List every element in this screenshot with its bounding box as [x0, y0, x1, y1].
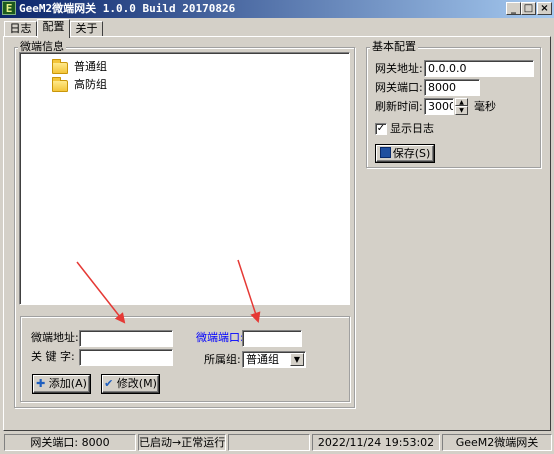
- keyword-input[interactable]: [79, 349, 173, 366]
- group-select-label: 所属组:: [204, 353, 241, 366]
- status-extra: [228, 434, 310, 451]
- status-running: 已启动→正常运行: [138, 434, 226, 451]
- modify-button-label: 修改(M): [116, 377, 157, 390]
- maximize-button[interactable]: □: [521, 2, 536, 15]
- status-gateway-port: 网关端口: 8000: [4, 434, 136, 451]
- status-app-name: GeeM2微端网关: [442, 434, 552, 451]
- folder-icon: [52, 77, 68, 92]
- address-label: 微端地址:: [31, 331, 79, 344]
- tree-item-normal-group[interactable]: 普通组: [52, 59, 132, 75]
- port-input[interactable]: [242, 330, 302, 347]
- add-button-label: 添加(A): [48, 377, 87, 390]
- modify-button[interactable]: ✔ 修改(M): [102, 375, 159, 393]
- plus-icon: ✚: [36, 377, 46, 390]
- microclient-tree[interactable]: 普通组 高防组: [19, 52, 350, 305]
- gateway-address-label: 网关地址:: [375, 62, 423, 75]
- save-button[interactable]: 保存(S): [376, 145, 434, 162]
- address-input[interactable]: [79, 330, 173, 347]
- status-datetime: 2022/11/24 19:53:02: [312, 434, 440, 451]
- floppy-disk-icon: [379, 147, 391, 158]
- keyword-label: 关 键 字:: [31, 350, 75, 363]
- gateway-port-label: 网关端口:: [375, 81, 423, 94]
- show-log-label: 显示日志: [390, 122, 434, 135]
- folder-icon: [52, 59, 68, 74]
- chevron-down-icon[interactable]: ▼: [290, 353, 304, 366]
- refresh-time-label: 刷新时间:: [375, 100, 423, 113]
- gateway-port-input[interactable]: 8000: [424, 79, 480, 96]
- show-log-checkbox[interactable]: ✓: [375, 123, 387, 135]
- close-button[interactable]: ×: [537, 2, 552, 15]
- add-button[interactable]: ✚ 添加(A): [33, 375, 90, 393]
- port-label: 微端端口:: [196, 331, 244, 344]
- save-button-label: 保存(S): [392, 147, 431, 160]
- spin-down-icon[interactable]: ▼: [455, 106, 468, 115]
- tab-config[interactable]: 配置: [37, 19, 70, 38]
- tree-item-label: 普通组: [74, 60, 107, 73]
- tab-log[interactable]: 日志: [4, 21, 37, 37]
- tree-item-label: 高防组: [74, 78, 107, 91]
- checkmark-icon: ✔: [104, 377, 114, 390]
- tab-about[interactable]: 关于: [70, 21, 103, 37]
- refresh-unit-label: 毫秒: [474, 100, 496, 113]
- app-icon: E: [2, 1, 16, 15]
- basic-config-label: 基本配置: [370, 40, 418, 53]
- gateway-address-input[interactable]: 0.0.0.0: [424, 60, 534, 77]
- spin-up-icon[interactable]: ▲: [455, 98, 468, 106]
- refresh-time-input[interactable]: 3000: [424, 98, 454, 115]
- tree-item-high-defense-group[interactable]: 高防组: [52, 77, 132, 93]
- minimize-button[interactable]: _: [506, 2, 521, 15]
- window-title: GeeM2微端网关 1.0.0 Build 20170826: [19, 2, 236, 15]
- group-select-value: 普通组: [246, 353, 279, 366]
